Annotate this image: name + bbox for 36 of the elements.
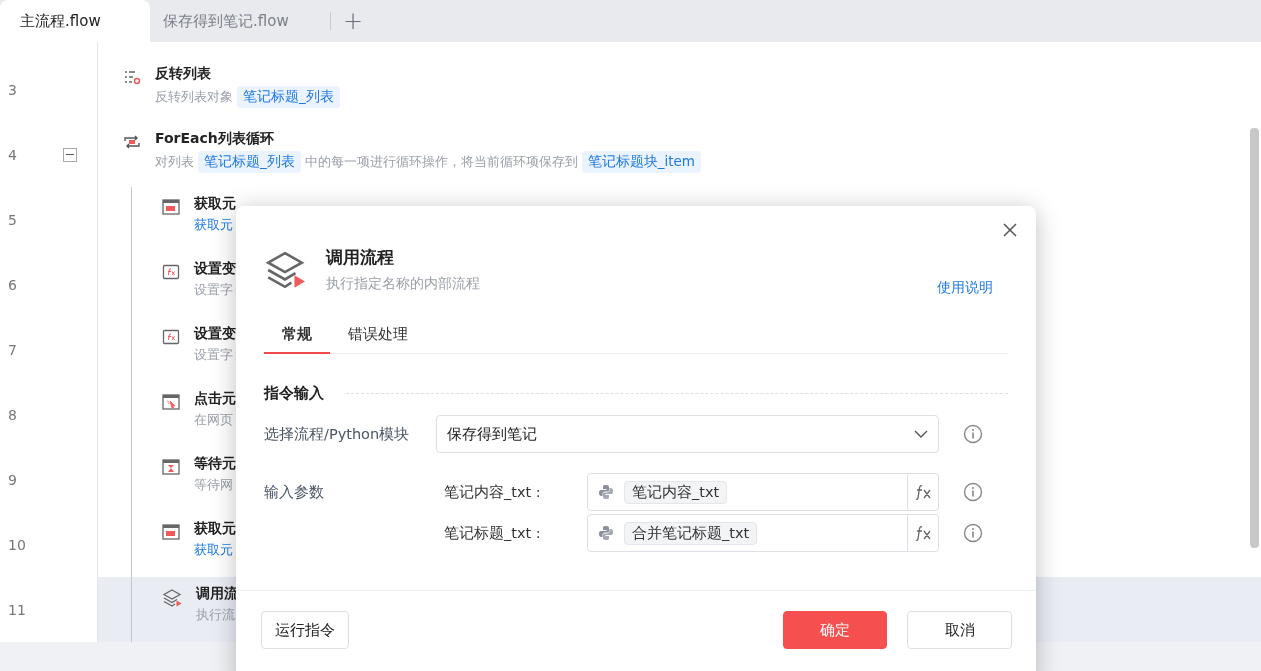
variable-tag: 笔记标题_列表 <box>237 86 340 108</box>
variable-tag: 合并笔记标题_txt <box>624 521 758 545</box>
step-title: 点击元 <box>194 390 236 408</box>
line-number: 11 <box>8 601 26 618</box>
step-title: 获取元 <box>194 195 236 213</box>
line-number: 3 <box>8 81 17 98</box>
step-description: 执行流 <box>196 606 235 624</box>
step-title: 等待元 <box>194 455 236 473</box>
line-number: 9 <box>8 471 17 488</box>
line-number: 4 <box>8 146 17 163</box>
step-title: ForEach列表循环 <box>155 130 275 148</box>
step-description: 等待网 <box>194 476 233 494</box>
step-title: 设置变 <box>194 260 236 278</box>
line-number: 10 <box>8 536 26 553</box>
section-title: 指令输入 <box>264 384 324 403</box>
line-number: 8 <box>8 406 17 423</box>
line-number: 6 <box>8 276 17 293</box>
dialog-title: 调用流程 <box>326 246 395 269</box>
step-title: 获取元 <box>194 520 236 538</box>
variable-tag: 笔记标题块_item <box>581 151 701 173</box>
line-number: 7 <box>8 341 17 358</box>
step-description: 设置字 <box>194 346 233 364</box>
step-description: 对列表 <box>155 153 194 171</box>
param-label: 笔记标题_txt : <box>444 523 542 543</box>
step-description: 在网页 <box>194 411 233 429</box>
dialog-subtitle: 执行指定名称的内部流程 <box>326 275 481 293</box>
step-title: 反转列表 <box>155 65 212 83</box>
variable-tag: 笔记内容_txt <box>624 480 728 504</box>
variable-tag: 笔记标题_列表 <box>198 151 301 173</box>
line-number: 5 <box>8 211 17 228</box>
field-label: 输入参数 <box>264 483 325 502</box>
field-label: 选择流程/Python模块 <box>264 424 411 444</box>
step-description: 反转列表对象 <box>155 88 233 106</box>
step-description: 设置字 <box>194 281 233 299</box>
param-label: 笔记内容_txt : <box>444 482 542 502</box>
step-title: 设置变 <box>194 325 236 343</box>
